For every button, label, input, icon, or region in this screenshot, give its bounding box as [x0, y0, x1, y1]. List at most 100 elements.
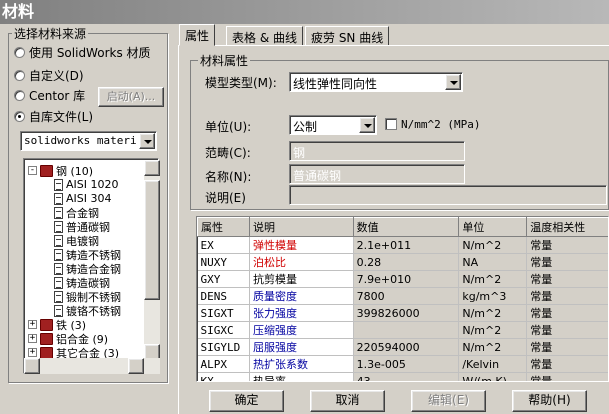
table-cell: 压缩强度: [249, 321, 354, 339]
material-library-icon: [40, 346, 53, 359]
table-cell: 常量: [526, 236, 608, 254]
table-row[interactable]: SIGYLD 屈服强度 220594000 N/m^2 常量: [197, 338, 608, 356]
material-library-icon: [40, 164, 53, 177]
properties-table[interactable]: 属性 说明 数值 单位 温度相关性 EX 弹性模量 2.1e+011 N/m^2 常量 NUXY 泊…: [196, 216, 609, 382]
column-header[interactable]: 属性: [197, 217, 250, 237]
radio-label: 自库文件(L): [29, 109, 94, 124]
table-cell: GXY: [197, 270, 250, 288]
table-row[interactable]: SIGXC 压缩强度 N/m^2 常量: [197, 321, 608, 339]
edit-button[interactable]: 编辑(E): [411, 390, 486, 412]
scroll-right-icon[interactable]: [128, 358, 144, 374]
launch-button[interactable]: 启动(A)...: [98, 87, 164, 107]
table-row[interactable]: EX 弹性模量 2.1e+011 N/m^2 常量: [197, 236, 608, 254]
unit-select[interactable]: 公制: [289, 115, 377, 135]
material-tree[interactable]: -钢 (10) AISI 1020 AISI 304 合金钢 普通碳钢 电镀钢 铸造不锈钢铸…: [23, 158, 159, 374]
scroll-left-icon[interactable]: [24, 358, 40, 374]
radio-use-solidworks[interactable]: 使用 SolidWorks 材质: [14, 44, 151, 60]
category-label: 范畴(C):: [205, 146, 251, 160]
description-field[interactable]: [289, 185, 607, 205]
scroll-thumb[interactable]: [144, 180, 160, 300]
table-cell: ALPX: [197, 355, 250, 373]
chevron-down-icon[interactable]: [445, 74, 461, 90]
chevron-down-icon[interactable]: [139, 133, 155, 149]
table-cell[interactable]: 399826000: [353, 304, 460, 322]
column-header[interactable]: 说明: [248, 217, 354, 237]
table-cell: SIGXT: [197, 304, 250, 322]
column-header[interactable]: 单位: [458, 217, 528, 237]
table-row[interactable]: DENS 质量密度 7800 kg/m^3 常量: [197, 287, 608, 305]
table-cell: 常量: [526, 304, 608, 322]
column-header[interactable]: 数值: [352, 217, 460, 237]
radio-library-file[interactable]: 自库文件(L): [14, 108, 93, 124]
table-cell[interactable]: 1.3e-005: [353, 355, 460, 373]
properties-grid: 属性 说明 数值 单位 温度相关性 EX 弹性模量 2.1e+011 N/m^2 常量 NUXY 泊…: [197, 217, 608, 381]
table-cell: 质量密度: [249, 287, 354, 305]
table-cell: N/m^2: [458, 236, 528, 254]
tree-vertical-scrollbar[interactable]: [144, 160, 160, 360]
chevron-down-icon[interactable]: [359, 117, 375, 133]
table-cell[interactable]: 0.28: [353, 253, 460, 271]
table-cell: DENS: [197, 287, 250, 305]
material-document-icon: [54, 192, 63, 205]
table-cell[interactable]: 220594000: [353, 338, 460, 356]
unit-mpa-checkbox[interactable]: [385, 118, 397, 130]
table-cell[interactable]: 2.1e+011: [353, 236, 460, 254]
collapse-icon[interactable]: -: [28, 166, 37, 175]
radio-label: 自定义(D): [29, 68, 84, 83]
table-cell[interactable]: 7800: [353, 287, 460, 305]
description-label: 说明(E): [205, 191, 246, 205]
table-cell: N/m^2: [458, 304, 528, 322]
column-header[interactable]: 温度相关性: [526, 217, 608, 237]
cancel-button[interactable]: 取消: [310, 390, 385, 412]
help-button[interactable]: 帮助(H): [512, 390, 587, 412]
tree-item[interactable]: AISI 1020: [54, 177, 119, 192]
radio-dot: [14, 46, 25, 58]
category-field: 钢: [289, 141, 465, 161]
table-cell: 屈服强度: [249, 338, 354, 356]
table-cell: N/m^2: [458, 270, 528, 288]
table-cell[interactable]: 43: [353, 372, 460, 381]
table-cell: 热扩张系数: [249, 355, 354, 373]
table-cell: 热导率: [249, 372, 354, 381]
tab-fatigue-sn-curve[interactable]: 疲劳 SN 曲线: [305, 26, 390, 46]
material-source-group-label: 选择材料来源: [12, 25, 89, 42]
tab-properties[interactable]: 属性: [179, 24, 216, 46]
tree-item-label: AISI 304: [66, 192, 112, 205]
material-document-icon: [54, 248, 63, 261]
table-row[interactable]: KX 热导率 43 W/(m.K) 常量: [197, 372, 608, 381]
table-cell: N/m^2: [458, 321, 528, 339]
table-cell[interactable]: 7.9e+010: [353, 270, 460, 288]
tree-horizontal-scrollbar[interactable]: [24, 358, 160, 374]
library-file-value: solidworks material: [24, 134, 136, 147]
table-row[interactable]: SIGXT 张力强度 399826000 N/m^2 常量: [197, 304, 608, 322]
expand-icon[interactable]: +: [28, 348, 37, 357]
unit-value: 公制: [293, 120, 318, 134]
tab-tables-curves[interactable]: 表格 & 曲线: [226, 26, 303, 46]
library-file-select[interactable]: solidworks material: [20, 131, 157, 151]
table-cell: NA: [458, 253, 528, 271]
material-document-icon: [54, 206, 63, 219]
radio-custom[interactable]: 自定义(D): [14, 67, 84, 83]
table-cell[interactable]: [353, 321, 460, 339]
material-document-icon: [54, 234, 63, 247]
scroll-up-icon[interactable]: [144, 160, 160, 176]
table-cell: W/(m.K): [458, 372, 528, 381]
table-row[interactable]: GXY 抗剪模量 7.9e+010 N/m^2 常量: [197, 270, 608, 288]
expand-icon[interactable]: +: [28, 334, 37, 343]
material-document-icon: [54, 178, 63, 191]
table-row[interactable]: ALPX 热扩张系数 1.3e-005/Kelvin 常量: [197, 355, 608, 373]
model-type-value: 线性弹性同向性: [293, 77, 378, 91]
table-cell: KX: [197, 372, 250, 381]
table-row[interactable]: NUXY 泊松比 0.28 NA 常量: [197, 253, 608, 271]
ok-button[interactable]: 确定: [209, 390, 284, 412]
table-cell: 张力强度: [249, 304, 354, 322]
radio-centor-library[interactable]: Centor 库: [14, 87, 85, 103]
expand-icon[interactable]: +: [28, 320, 37, 329]
tree-item[interactable]: -钢 (10): [28, 163, 93, 178]
table-cell: 泊松比: [249, 253, 354, 271]
material-document-icon: [54, 262, 63, 275]
name-field: 普通碳钢: [289, 164, 465, 184]
radio-dot: [14, 110, 25, 122]
model-type-select[interactable]: 线性弹性同向性: [289, 72, 463, 92]
tree-item-label: AISI 1020: [66, 178, 119, 191]
